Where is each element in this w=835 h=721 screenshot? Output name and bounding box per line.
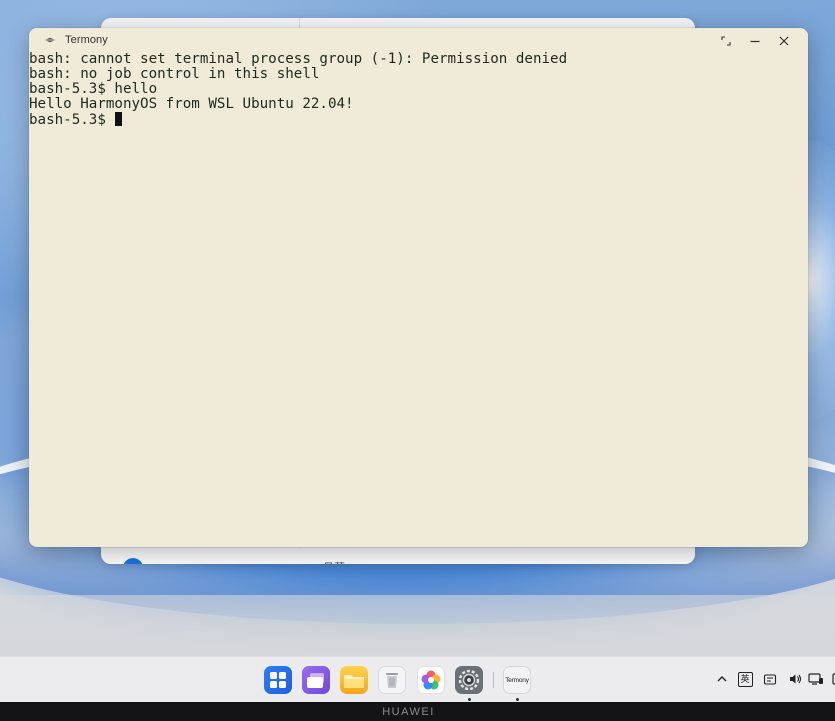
- ime-icon: 英: [737, 671, 753, 687]
- display-button[interactable]: [807, 670, 825, 688]
- terminal-line: bash-5.3$ hello: [29, 81, 158, 97]
- device-bezel: HUAWEI: [0, 702, 835, 721]
- trash-button[interactable]: [378, 666, 406, 694]
- brand-logo: HUAWEI: [382, 705, 435, 718]
- gallery-icon: [421, 670, 441, 690]
- chevron-up-icon: [717, 676, 727, 682]
- terminal-line: bash: no job control in this shell: [29, 66, 320, 82]
- volume-button[interactable]: [786, 670, 804, 688]
- termony-icon-label: Termony: [505, 676, 529, 684]
- minimize-icon: [750, 40, 760, 43]
- desktop: 日草 Termony: [0, 0, 835, 721]
- folder-icon: [344, 675, 364, 688]
- text-cursor: [115, 112, 123, 126]
- tray-expand-button[interactable]: [713, 670, 731, 688]
- restore-icon: [721, 36, 731, 46]
- wallpaper-floor: [0, 595, 835, 656]
- close-button[interactable]: [773, 32, 795, 50]
- settings-button[interactable]: [455, 666, 483, 694]
- multitask-icon: [307, 673, 324, 688]
- terminal-window[interactable]: Termony bash: cannot set terminal proces…: [29, 28, 808, 547]
- restore-button[interactable]: [715, 32, 737, 50]
- input-method-button[interactable]: 英: [736, 670, 754, 688]
- background-window-footer: [101, 548, 695, 564]
- terminal-output[interactable]: bash: cannot set terminal process group …: [29, 52, 808, 547]
- notification-button[interactable]: [828, 670, 835, 688]
- volume-icon: [790, 674, 802, 684]
- multitask-button[interactable]: [302, 666, 330, 694]
- trash-icon: [386, 673, 398, 688]
- minimize-button[interactable]: [744, 32, 766, 50]
- terminal-prompt-line[interactable]: bash-5.3$: [29, 112, 808, 128]
- keyboard-button[interactable]: [761, 670, 779, 688]
- taskbar: Termony 英: [0, 656, 835, 703]
- app-launcher-button[interactable]: [264, 666, 292, 694]
- app-grid-icon: [270, 672, 286, 688]
- terminal-line: Hello HarmonyOS from WSL Ubuntu 22.04!: [29, 96, 354, 112]
- terminal-line: bash: cannot set terminal process group …: [29, 51, 568, 67]
- window-title: Termony: [65, 34, 108, 46]
- settings-icon: [458, 669, 480, 691]
- files-button[interactable]: [340, 666, 368, 694]
- termony-button[interactable]: Termony: [503, 666, 531, 694]
- terminal-prompt: bash-5.3$: [29, 112, 115, 128]
- keyboard-icon: [763, 674, 777, 685]
- gallery-button[interactable]: [417, 666, 445, 694]
- termony-app-icon: [44, 37, 56, 43]
- background-window-text: 日草: [323, 559, 345, 564]
- running-indicator: [516, 698, 519, 701]
- display-icon: [808, 673, 823, 685]
- close-icon: [779, 36, 789, 46]
- dock-separator: [493, 672, 494, 688]
- running-indicator: [468, 698, 471, 701]
